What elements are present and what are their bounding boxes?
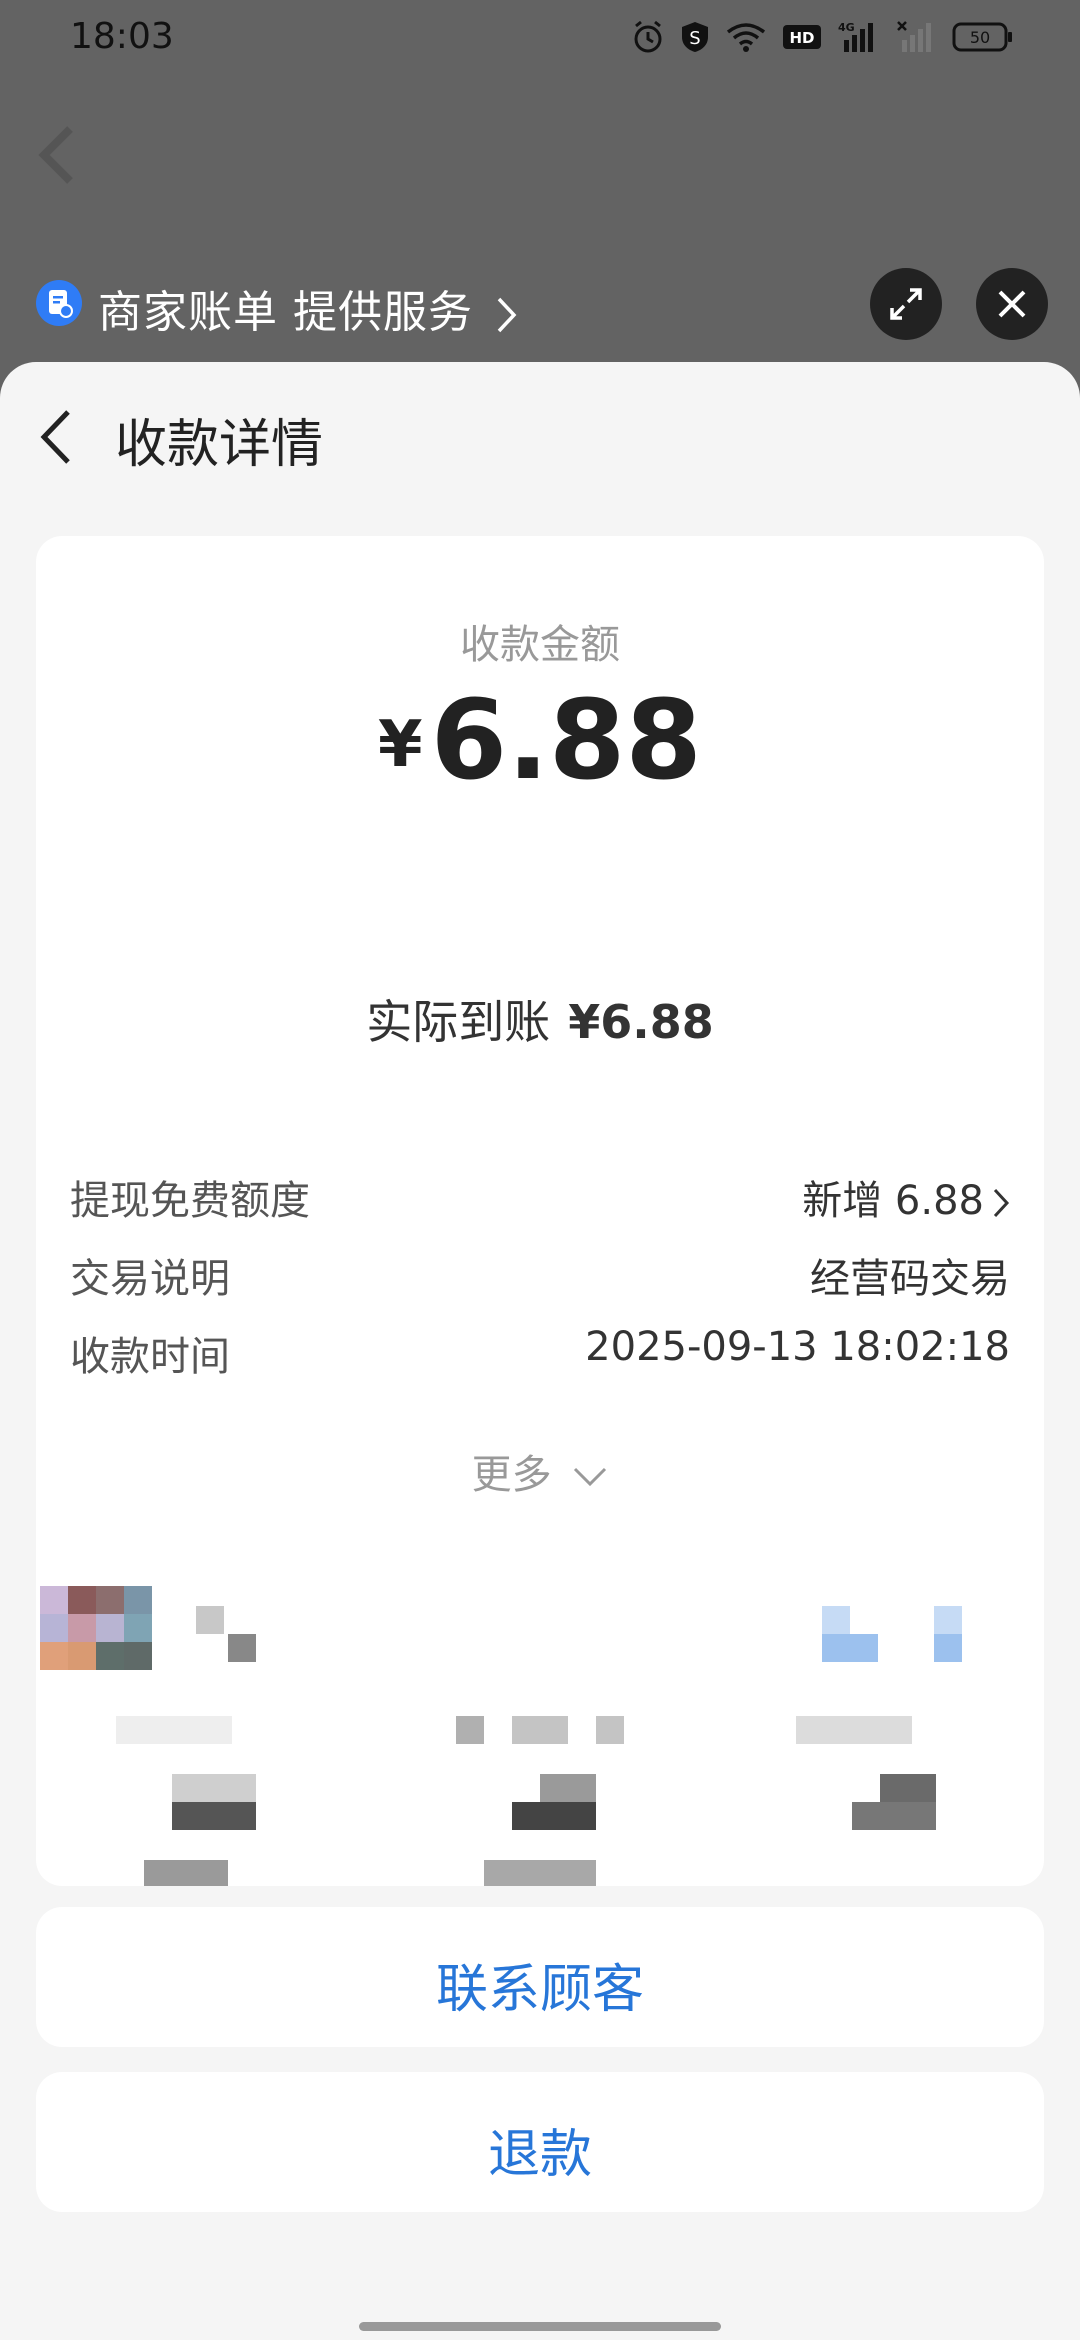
detail-label: 交易说明: [70, 1256, 230, 1302]
detail-row-time: 收款时间 2025-09-13 18:02:18: [70, 1324, 1010, 1382]
pixelated-name: [196, 1606, 224, 1634]
svg-text:HD: HD: [789, 29, 814, 47]
amount-display: ¥6.88: [36, 676, 1044, 804]
refund-button[interactable]: 退款: [36, 2072, 1044, 2212]
background-back-icon: [38, 126, 73, 184]
more-label: 更多: [471, 1452, 552, 1498]
pixelated-stat: [172, 1802, 256, 1830]
pixelated-stat: [540, 1774, 596, 1802]
actual-label: 实际到账: [366, 995, 551, 1049]
pixelated-stat: [512, 1802, 596, 1830]
more-toggle[interactable]: 更多: [36, 1442, 1044, 1500]
detail-row-free-quota[interactable]: 提现免费额度 新增 6.88: [70, 1168, 1010, 1226]
mini-program-title-link[interactable]: 商家账单 提供服务: [98, 276, 518, 340]
refund-label: 退款: [487, 2125, 592, 2185]
pixelated-stat: [880, 1774, 936, 1802]
payment-card: 收款金额 ¥6.88 实际到账 ¥6.88 提现免费额度 新增 6.88 交易说明…: [36, 536, 1044, 1886]
page-title: 收款详情: [115, 415, 324, 475]
battery-icon: 50: [952, 22, 1012, 52]
pixelated-name: [228, 1634, 256, 1662]
shield-icon: S: [682, 22, 708, 52]
amount-value: 6.88: [430, 676, 702, 804]
pixelated-stat: [852, 1802, 936, 1830]
contact-customer-label: 联系顾客: [435, 1960, 644, 2020]
mini-program-logo-icon: [36, 280, 82, 326]
pixelated-stat: [456, 1716, 484, 1744]
pixelated-stat: [116, 1716, 232, 1744]
detail-label: 收款时间: [70, 1334, 230, 1380]
expand-button[interactable]: [870, 268, 942, 340]
chevron-down-icon: [574, 1467, 607, 1487]
expand-icon: [890, 288, 922, 320]
status-time: 18:03: [70, 16, 174, 57]
obscured-customer-section: [36, 1536, 1044, 1886]
detail-value: 经营码交易: [810, 1256, 1010, 1302]
pixelated-link: [934, 1634, 962, 1662]
signal-nosim-icon: [897, 21, 931, 52]
pixelated-link: [822, 1606, 850, 1634]
actual-amount: ¥6.88: [568, 995, 714, 1049]
pixelated-link: [822, 1634, 878, 1662]
page-header: 收款详情: [0, 362, 1080, 502]
actual-received: 实际到账 ¥6.88: [36, 986, 1044, 1052]
back-button[interactable]: [36, 408, 76, 466]
pixelated-stat: [484, 1860, 596, 1886]
contact-customer-button[interactable]: 联系顾客: [36, 1907, 1044, 2047]
hd-icon: HD: [783, 25, 821, 49]
detail-value: 2025-09-13 18:02:18: [585, 1324, 1010, 1370]
pixelated-stat: [796, 1716, 912, 1744]
home-indicator[interactable]: [359, 2322, 721, 2331]
currency-symbol: ¥: [378, 708, 423, 782]
alarm-icon: [634, 20, 662, 53]
close-icon: [998, 290, 1026, 318]
pixelated-stat: [172, 1774, 256, 1802]
chevron-right-icon: [993, 1188, 1010, 1218]
svg-text:S: S: [689, 28, 700, 49]
detail-sheet: 收款详情 收款金额 ¥6.88 实际到账 ¥6.88 提现免费额度 新增 6.88…: [0, 362, 1080, 2340]
amount-label: 收款金额: [460, 622, 620, 668]
pixelated-avatar: [40, 1586, 152, 1670]
status-bar: 18:03 S HD 4G 50: [0, 0, 1080, 84]
pixelated-link: [934, 1606, 962, 1634]
pixelated-stat: [512, 1716, 568, 1744]
detail-value: 新增 6.88: [802, 1168, 1010, 1226]
chevron-right-icon: [497, 297, 517, 333]
wifi-icon: [726, 23, 766, 52]
status-icons: S HD 4G 50: [632, 20, 1014, 54]
signal-4g-icon: 4G: [838, 21, 873, 52]
mini-program-title: 商家账单 提供服务: [98, 287, 473, 338]
pixelated-stat: [144, 1860, 228, 1886]
pixelated-stat: [596, 1716, 624, 1744]
close-button[interactable]: [976, 268, 1048, 340]
detail-row-description: 交易说明 经营码交易: [70, 1246, 1010, 1304]
svg-text:4G: 4G: [838, 21, 855, 34]
detail-label: 提现免费额度: [70, 1178, 310, 1224]
mini-program-bar: 商家账单 提供服务: [0, 262, 1080, 354]
battery-level: 50: [970, 28, 990, 47]
